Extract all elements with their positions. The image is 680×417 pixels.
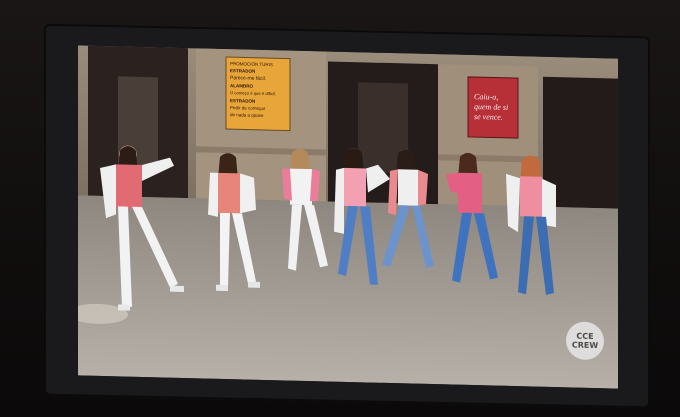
poster-yellow-line-6: ESTRADON [230,98,255,104]
poster-yellow-line-7: Pedir de começar [230,105,266,111]
poster-yellow-line-2: ESTRADON [230,68,255,74]
poster-red-line-1: Caiu-o, [474,92,498,102]
tv-screen: PROMOCIÓN TURIS ESTRADON Parece-me fácil… [78,45,618,389]
poster-yellow-line-8: de nada a quase [230,112,264,118]
poster-red-line-2: quem de si [474,102,508,112]
photo-of-tv-screen: PROMOCIÓN TURIS ESTRADON Parece-me fácil… [0,0,680,417]
poster-red-line-3: se vence. [474,112,503,122]
poster-yellow-line-3: Parece-me fácil. [230,75,266,82]
poster-yellow-line-1: PROMOCIÓN TURIS [230,60,273,67]
poster-yellow-line-4: ALAMBRO [230,83,253,89]
poster-yellow: PROMOCIÓN TURIS ESTRADON Parece-me fácil… [225,56,291,132]
watermark-line-2: CREW [571,340,599,351]
watermark-line-1: CCE [576,331,594,342]
poster-red: Caiu-o, quem de si se vence. [467,76,519,139]
dance-video-frame: PROMOCIÓN TURIS ESTRADON Parece-me fácil… [78,45,618,389]
crew-logo-watermark: CCE CREW [566,321,604,361]
